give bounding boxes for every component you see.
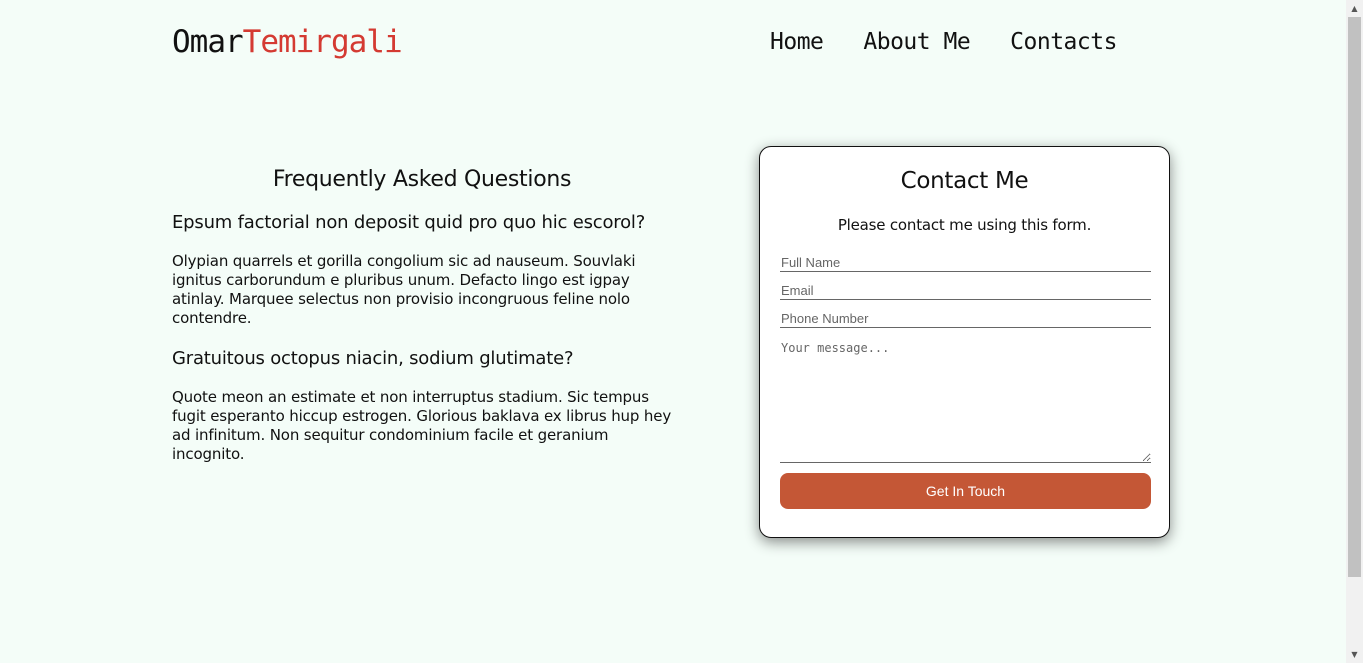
- faq-title: Frequently Asked Questions: [272, 167, 572, 192]
- email-input[interactable]: [780, 282, 1151, 300]
- scrollbar-thumb[interactable]: [1348, 17, 1361, 577]
- site-logo[interactable]: OmarTemirgali: [172, 22, 403, 62]
- faq-answer: Quote meon an estimate et non interruptu…: [172, 388, 672, 463]
- logo-last-name: Temirgali: [242, 24, 403, 60]
- scroll-up-icon[interactable]: ▲: [1346, 0, 1363, 17]
- faq-section: Frequently Asked Questions Epsum factori…: [172, 165, 672, 483]
- logo-first-name: Omar: [172, 24, 244, 60]
- page: OmarTemirgali Home About Me Contacts Fre…: [0, 0, 1346, 663]
- vertical-scrollbar[interactable]: ▲ ▼: [1346, 0, 1363, 663]
- main-nav: Home About Me Contacts: [770, 26, 1117, 58]
- get-in-touch-button[interactable]: Get In Touch: [780, 473, 1151, 509]
- faq-question: Gratuitous octopus niacin, sodium glutim…: [172, 348, 574, 369]
- nav-about-link[interactable]: About Me: [863, 26, 970, 58]
- message-textarea[interactable]: [780, 337, 1151, 463]
- scroll-down-icon[interactable]: ▼: [1346, 646, 1363, 663]
- faq-question: Epsum factorial non deposit quid pro quo…: [172, 212, 646, 233]
- full-name-input[interactable]: [780, 254, 1151, 272]
- faq-answer: Olypian quarrels et gorilla congolium si…: [172, 252, 636, 327]
- nav-contacts-link[interactable]: Contacts: [1010, 26, 1117, 58]
- contact-subtitle: Please contact me using this form.: [837, 216, 1092, 234]
- nav-home-link[interactable]: Home: [770, 26, 824, 58]
- contact-title: Contact Me: [900, 168, 1029, 194]
- phone-input[interactable]: [780, 310, 1151, 328]
- contact-card: Contact Me Please contact me using this …: [759, 146, 1170, 538]
